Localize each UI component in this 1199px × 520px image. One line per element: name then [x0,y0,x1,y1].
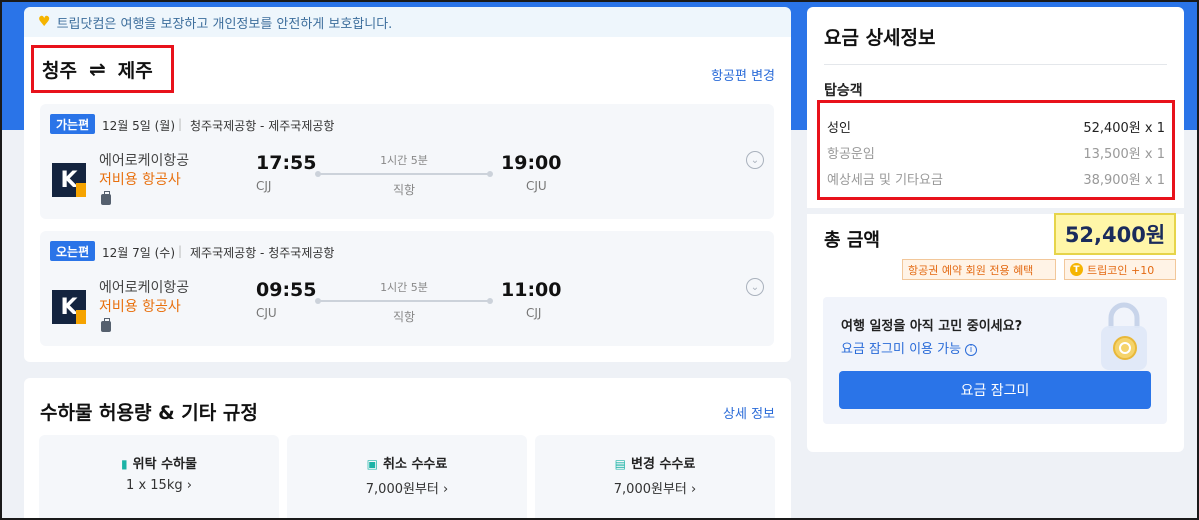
baggage-icon [101,318,111,332]
policy-label: 변경 수수료 [631,457,696,472]
carrier-type: 저비용 항공사 [99,172,181,188]
price-lock-info-link[interactable]: 요금 잠그미 이용 가능 i [841,338,978,357]
departure-code: CJU [256,306,277,320]
arrival-code: CJU [526,179,547,193]
price-lock-box: 여행 일정을 아직 고민 중이세요? 요금 잠그미 이용 가능 i 요금 잠그미 [823,297,1167,424]
aerok-logo-icon: K [52,163,86,197]
swap-arrows-icon: ⇌ [88,57,106,81]
route-title: 청주 ⇌ 제주 [31,45,174,93]
total-label: 총 금액 [824,230,880,251]
leg-separator: | [178,244,183,258]
policy-label: 취소 수수료 [383,457,448,472]
flight-duration: 1시간 5분 [380,154,428,167]
cancellation-fee-policy[interactable]: ▣ 취소 수수료 7,000원부터 › [287,435,527,520]
fare-label: 항공운임 [827,147,875,162]
route-origin: 청주 [42,59,77,82]
member-benefit-tag: 항공권 예약 회원 전용 혜택 [902,259,1056,280]
route-destination: 제주 [117,59,153,82]
notice-text: 트립닷컴은 여행을 보장하고 개인정보를 안전하게 보호합니다. [56,16,393,32]
detail-info-link[interactable]: 상세 정보 [723,403,775,422]
leg-date: 12월 7일 (수) [102,246,176,260]
leg-separator: | [178,117,183,131]
calendar-icon: ▤ [614,457,626,471]
carrier-type: 저비용 항공사 [99,299,181,315]
flight-stops: 직항 [392,183,416,197]
airline-name: 에어로케이항공 [99,280,190,296]
piggy-bank-lock-icon [1101,302,1147,370]
arrival-time: 11:00 [501,279,562,301]
lock-question: 여행 일정을 아직 고민 중이세요? [841,319,1023,334]
arrival-time: 19:00 [501,152,562,174]
fare-value: 13,500원 x 1 [1083,147,1165,162]
coin-icon: T [1070,263,1083,276]
security-notice: ♥ 트립닷컴은 여행을 보장하고 개인정보를 안전하게 보호합니다. [24,7,791,37]
coin-tag-text: 트립코인 +10 [1087,263,1155,277]
departure-code: CJJ [256,179,272,193]
airline-name: 에어로케이항공 [99,153,190,169]
policy-label: 위탁 수하물 [132,457,197,472]
chevron-down-icon[interactable]: ⌄ [746,151,764,169]
leg-badge: 오는편 [50,241,96,261]
leg-date: 12월 5일 (월) [102,119,176,133]
fare-value: 38,900원 x 1 [1083,173,1165,188]
flight-stops: 직항 [392,310,416,324]
baggage-title: 수하물 허용량 & 기타 규정 [40,402,258,424]
total-amount: 52,400원 [1054,213,1176,255]
flight-path-line [315,298,493,304]
outbound-leg[interactable]: 가는편 12월 5일 (월) | 청주국제공항 - 제주국제공항 K 에어로케이… [40,104,774,219]
ticket-icon: ▣ [366,457,378,471]
chevron-right-icon: › [186,478,192,493]
chevron-down-icon[interactable]: ⌄ [746,278,764,296]
policy-value: 7,000원부터 [365,482,439,497]
lock-info-text: 요금 잠그미 이용 가능 [841,342,962,357]
checked-baggage-policy[interactable]: ▮ 위탁 수하물 1 x 15kg › [39,435,279,520]
chevron-right-icon: › [691,482,697,497]
departure-time: 09:55 [256,279,317,301]
departure-time: 17:55 [256,152,317,174]
fare-breakdown: 성인 52,400원 x 1 항공운임 13,500원 x 1 예상세금 및 기… [817,100,1175,200]
change-flight-link[interactable]: 항공편 변경 [711,65,775,84]
chevron-right-icon: › [443,482,449,497]
fare-label: 예상세금 및 기타요금 [827,173,943,188]
shield-heart-icon: ♥ [38,14,51,30]
fare-value: 52,400원 x 1 [1083,121,1165,136]
passenger-heading: 탑승객 [824,83,863,99]
leg-airports: 제주국제공항 - 청주국제공항 [190,246,335,260]
baggage-icon [101,191,111,205]
route-card: 청주 ⇌ 제주 항공편 변경 가는편 12월 5일 (월) | 청주국제공항 -… [24,37,791,362]
leg-badge: 가는편 [50,114,96,134]
info-icon: i [965,344,978,356]
luggage-icon: ▮ [121,457,128,471]
price-lock-button[interactable]: 요금 잠그미 [839,371,1151,409]
leg-airports: 청주국제공항 - 제주국제공항 [190,119,335,133]
flight-path-line [315,171,493,177]
policy-value: 7,000원부터 [613,482,687,497]
change-fee-policy[interactable]: ▤ 변경 수수료 7,000원부터 › [535,435,775,520]
aerok-logo-icon: K [52,290,86,324]
policy-value: 1 x 15kg [126,478,183,493]
arrival-code: CJJ [526,306,542,320]
fare-title: 요금 상세정보 [824,27,936,49]
fare-details-panel: 요금 상세정보 탑승객 성인 52,400원 x 1 항공운임 13,500원 … [807,7,1184,452]
divider [824,64,1167,65]
baggage-policy-card: 수하물 허용량 & 기타 규정 상세 정보 ▮ 위탁 수하물 1 x 15kg ›… [24,378,791,520]
flight-duration: 1시간 5분 [380,281,428,294]
fare-label: 성인 [827,121,851,136]
return-leg[interactable]: 오는편 12월 7일 (수) | 제주국제공항 - 청주국제공항 K 에어로케이… [40,231,774,346]
trip-coin-tag: T 트립코인 +10 [1064,259,1176,280]
